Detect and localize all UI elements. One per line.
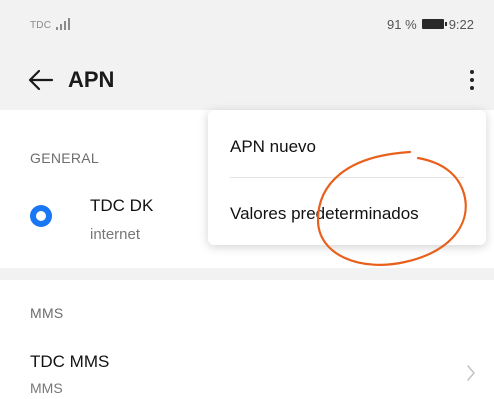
radio-selected-icon[interactable]	[30, 205, 52, 227]
battery-percent: 91 %	[387, 16, 417, 32]
clock: 9:22	[448, 16, 474, 32]
menu-item-reset-defaults[interactable]: Valores predeterminados	[230, 204, 419, 224]
section-header-general: GENERAL	[30, 150, 100, 166]
menu-divider	[230, 177, 464, 178]
mms-card	[0, 280, 494, 399]
more-options-icon[interactable]	[462, 64, 482, 96]
page-title: APN	[68, 67, 115, 92]
signal-icon	[56, 18, 70, 30]
chevron-right-icon	[467, 365, 475, 381]
toolbar: APN	[0, 50, 494, 110]
carrier-label: TDC	[30, 20, 52, 31]
section-header-mms: MMS	[30, 305, 64, 321]
apn-name-tdc-dk[interactable]: TDC DK	[90, 196, 153, 216]
overflow-menu: APN nuevo Valores predeterminados	[208, 110, 486, 245]
apn-name-tdc-mms[interactable]: TDC MMS	[30, 352, 109, 372]
apn-type-mms: MMS	[30, 380, 63, 396]
battery-icon	[421, 19, 447, 29]
apn-type-internet: internet	[90, 226, 141, 243]
back-arrow-icon[interactable]	[28, 68, 54, 92]
menu-item-new-apn[interactable]: APN nuevo	[230, 137, 316, 157]
status-right: 91 % 9:22	[387, 16, 474, 32]
status-bar: TDC 91 % 9:22	[0, 0, 494, 50]
